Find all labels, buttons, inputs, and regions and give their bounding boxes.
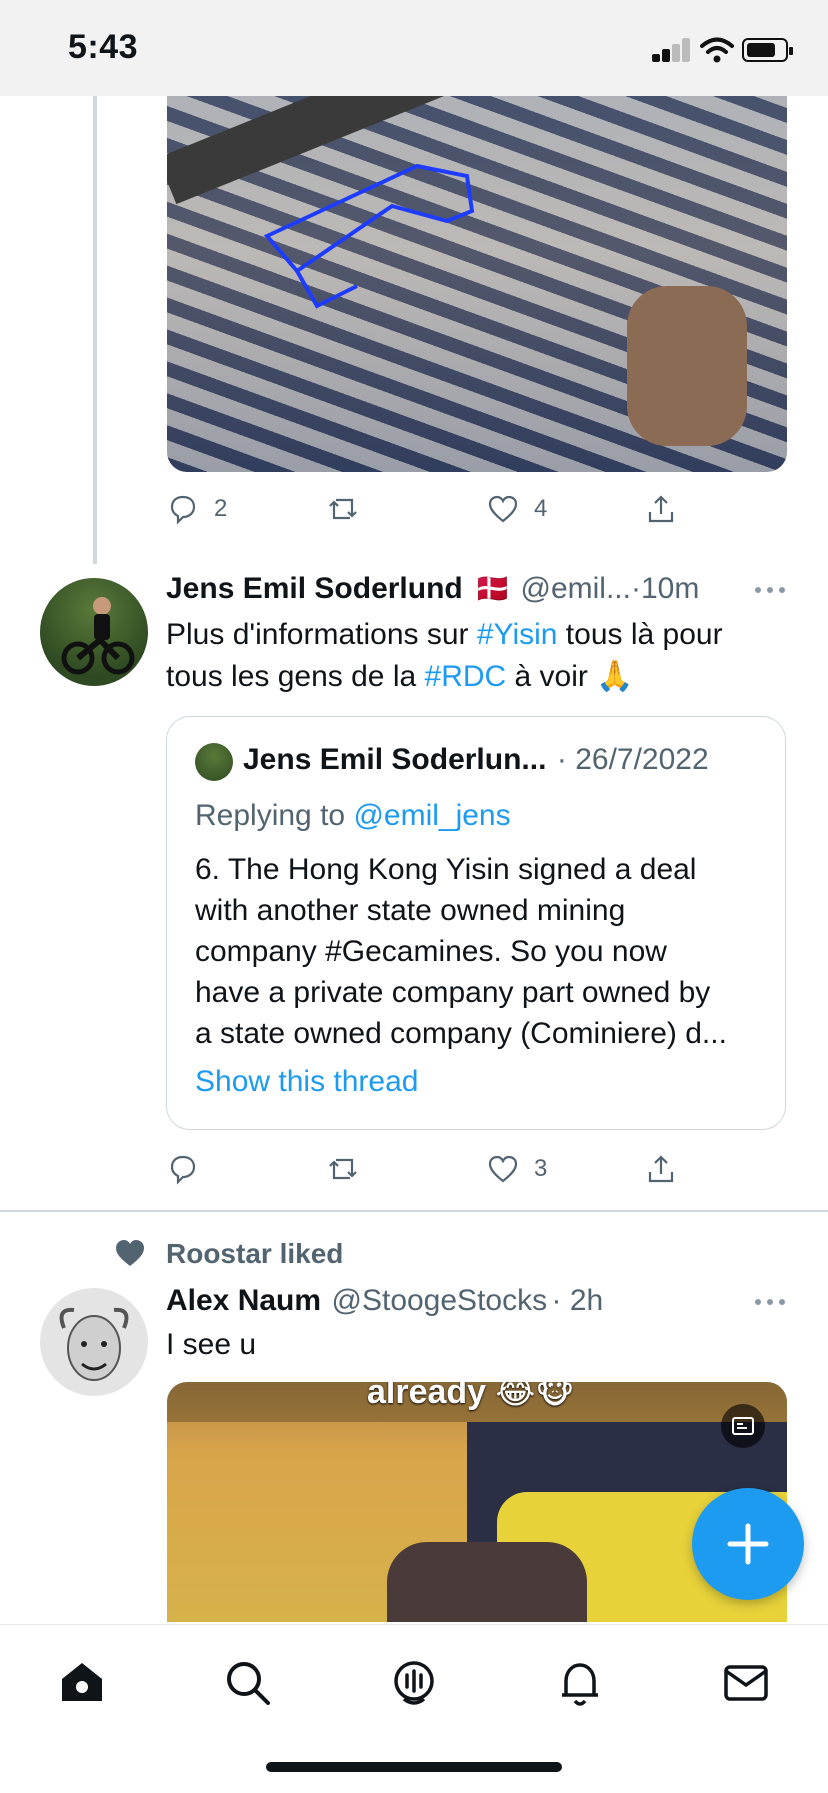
author-name[interactable]: Jens Emil Soderlund — [166, 572, 463, 605]
messages-icon[interactable] — [718, 1655, 774, 1711]
like-icon — [488, 1155, 518, 1183]
home-icon[interactable] — [54, 1655, 110, 1711]
author-name[interactable]: Alex Naum — [166, 1284, 321, 1317]
notifications-icon[interactable] — [552, 1655, 608, 1711]
quoted-avatar — [195, 743, 233, 781]
quoted-date: · 26/7/2022 — [556, 743, 709, 776]
retweet-icon — [329, 1158, 357, 1180]
show-thread-link[interactable]: Show this thread — [195, 1065, 418, 1099]
quoted-author-name: Jens Emil Soderlun... — [243, 743, 547, 776]
cellular-signal-icon — [652, 38, 690, 62]
hashtag-rdc[interactable]: #RDC — [425, 660, 507, 693]
battery-icon — [742, 38, 793, 62]
like-count: 4 — [534, 495, 548, 522]
share-button[interactable] — [644, 492, 678, 526]
retweet-button[interactable] — [326, 492, 360, 526]
captions-icon[interactable] — [721, 1404, 765, 1448]
spaces-icon[interactable] — [386, 1655, 442, 1711]
hashtag-yisin[interactable]: #Yisin — [477, 618, 558, 651]
reply-button[interactable] — [166, 1152, 200, 1186]
compose-button[interactable] — [692, 1488, 804, 1600]
more-icon[interactable] — [752, 584, 788, 596]
flag-emoji: 🇩🇰 — [475, 573, 511, 604]
compose-icon — [727, 1523, 769, 1565]
like-icon — [488, 495, 518, 523]
status-time: 5:43 — [68, 28, 139, 66]
media-caption: already 😂🐵 — [367, 1382, 575, 1411]
thread-connector-line — [93, 96, 97, 564]
share-icon — [648, 1155, 674, 1183]
tweet-time[interactable]: · 2h — [552, 1284, 604, 1317]
home-indicator — [266, 1762, 562, 1772]
like-button[interactable]: 3 — [486, 1152, 547, 1186]
retweet-button[interactable] — [326, 1152, 360, 1186]
like-button[interactable]: 4 — [486, 492, 547, 526]
reply-count: 2 — [214, 495, 228, 522]
reply-icon — [170, 1155, 196, 1185]
avatar[interactable] — [40, 578, 148, 686]
tweet-text: I see u — [166, 1328, 257, 1361]
replying-to: Replying to @emil_jens — [195, 799, 511, 832]
author-handle[interactable]: @emil... — [521, 572, 631, 605]
wifi-icon — [700, 37, 734, 63]
more-icon[interactable] — [752, 1296, 788, 1308]
share-button[interactable] — [644, 1152, 678, 1186]
quoted-tweet[interactable]: Jens Emil Soderlun... · 26/7/2022 Replyi… — [166, 716, 786, 1130]
tweet-text: Plus d'informations sur #Yisin tous là p… — [166, 618, 723, 693]
replying-handle[interactable]: @emil_jens — [353, 799, 510, 832]
quoted-text: 6. The Hong Kong Yisin signed a deal wit… — [195, 853, 727, 1050]
search-icon[interactable] — [220, 1655, 276, 1711]
share-icon — [648, 495, 674, 523]
retweet-icon — [329, 498, 357, 520]
tweet-divider — [0, 1210, 828, 1212]
like-count: 3 — [534, 1155, 548, 1182]
tweet-header: Jens Emil Soderlund 🇩🇰 @emil...·10m — [166, 572, 699, 606]
social-context[interactable]: Roostar liked — [166, 1238, 343, 1270]
heart-filled-icon — [116, 1240, 144, 1266]
reply-icon — [170, 495, 196, 525]
separator-dot: · — [630, 572, 641, 605]
tweet-media-image[interactable] — [167, 96, 787, 472]
tweet-header: Alex Naum @StoogeStocks · 2h — [166, 1284, 603, 1318]
author-handle[interactable]: @StoogeStocks — [332, 1284, 548, 1317]
tweet-time[interactable]: 10m — [641, 572, 699, 605]
avatar[interactable] — [40, 1288, 148, 1396]
reply-button[interactable]: 2 — [166, 492, 227, 526]
